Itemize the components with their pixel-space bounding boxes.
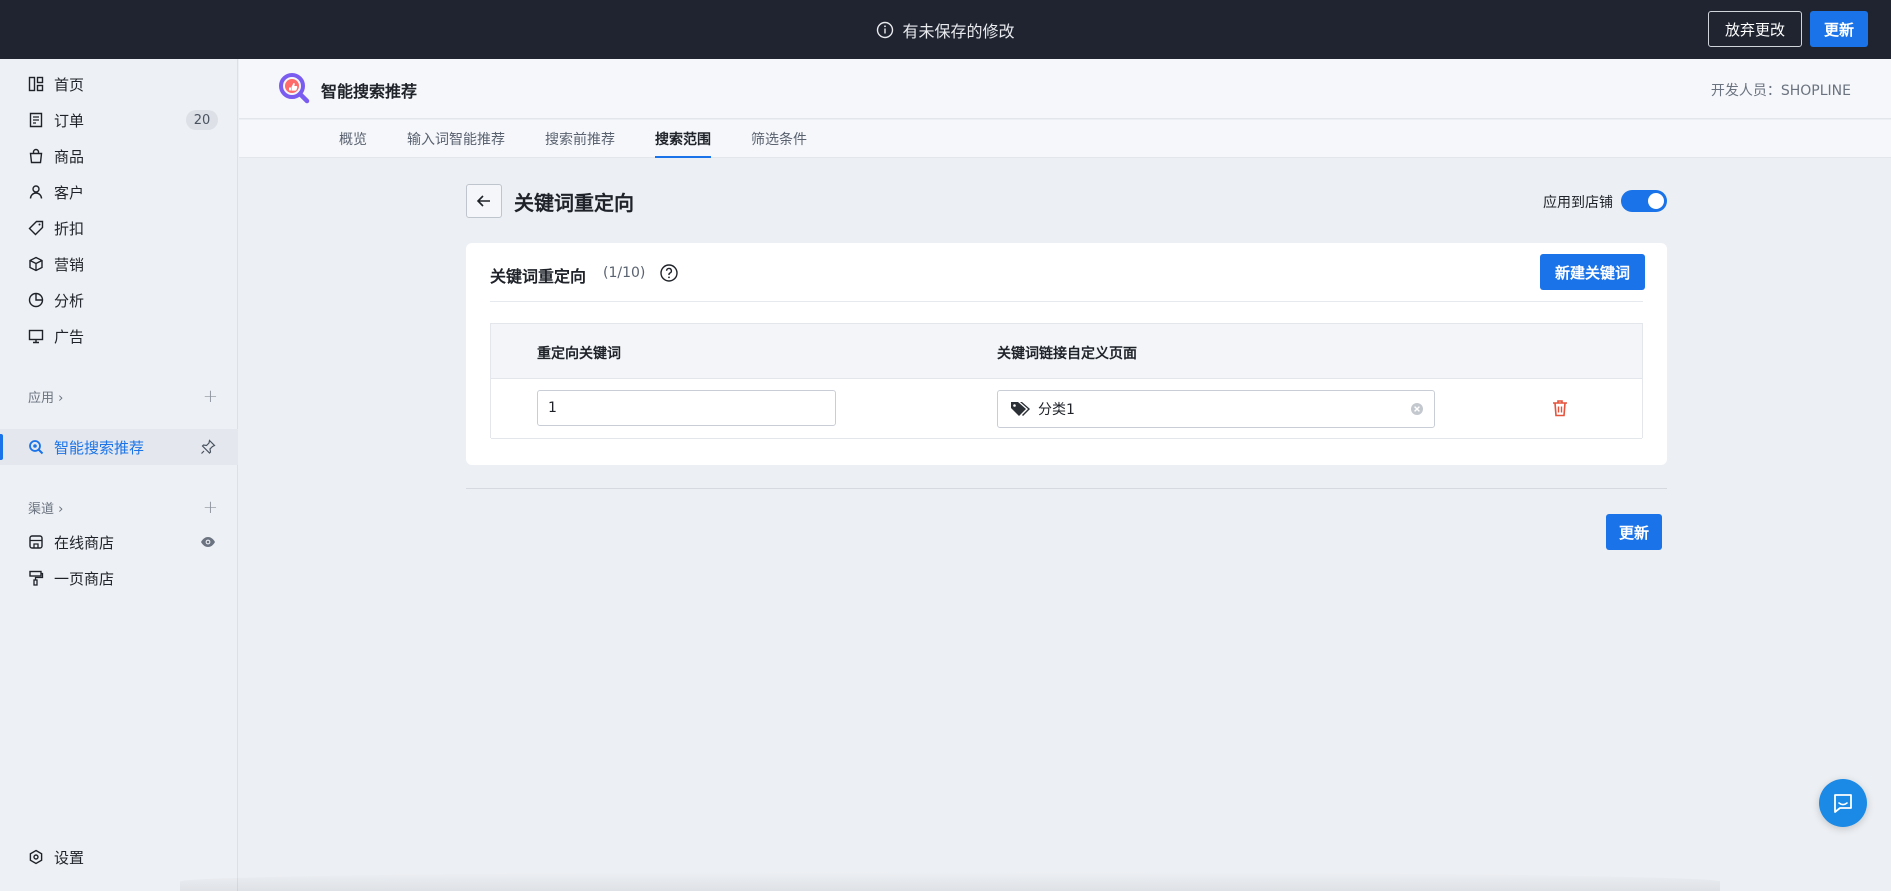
table-row: 分类1 xyxy=(491,379,1642,439)
orders-count-badge: 20 xyxy=(186,110,218,130)
sidebar-item-products[interactable]: 商品 xyxy=(0,138,238,174)
sidebar-item-label: 商品 xyxy=(54,147,85,166)
eye-icon[interactable] xyxy=(200,534,216,550)
developer-label: 开发人员：SHOPLINE xyxy=(1710,83,1851,99)
clear-icon[interactable] xyxy=(1410,402,1424,416)
tag-icon xyxy=(28,220,44,236)
unsaved-notice: 有未保存的修改 xyxy=(876,18,1015,42)
unsaved-changes-bar: 有未保存的修改 放弃更改 更新 xyxy=(0,0,1891,59)
link-page-select[interactable]: 分类1 xyxy=(997,390,1435,428)
chat-icon xyxy=(1834,794,1852,813)
delete-icon[interactable] xyxy=(1550,398,1570,418)
order-icon xyxy=(29,112,43,128)
app-tabs: 概览 输入词智能推荐 搜索前推荐 搜索范围 筛选条件 xyxy=(239,120,1891,158)
ad-icon xyxy=(28,329,44,344)
top-update-button[interactable]: 更新 xyxy=(1809,11,1868,47)
help-icon[interactable] xyxy=(659,263,679,283)
keyword-redirect-card: 关键词重定向 (1/10) 新建关键词 重定向关键词 关键词链接自定义页面 分类… xyxy=(466,243,1667,465)
tab-search-scope[interactable]: 搜索范围 xyxy=(655,120,711,158)
sidebar-item-settings[interactable]: 设置 xyxy=(0,839,238,875)
sidebar-item-label: 订单 xyxy=(54,111,85,130)
sidebar-item-label: 智能搜索推荐 xyxy=(54,438,145,457)
keyword-input[interactable] xyxy=(537,390,836,426)
page-title: 关键词重定向 xyxy=(514,191,634,215)
sidebar-item-orders[interactable]: 订单 20 xyxy=(0,102,238,138)
card-title: 关键词重定向 xyxy=(490,267,587,286)
apply-to-store-label: 应用到店铺 xyxy=(1543,195,1613,211)
sidebar-item-analytics[interactable]: 分析 xyxy=(0,282,238,318)
apply-to-store-toggle[interactable] xyxy=(1621,190,1667,212)
column-header-link: 关键词链接自定义页面 xyxy=(997,346,1137,362)
back-button[interactable] xyxy=(466,184,502,218)
unsaved-notice-text: 有未保存的修改 xyxy=(902,21,1015,41)
sidebar-item-home[interactable]: 首页 xyxy=(0,66,238,102)
tab-overview[interactable]: 概览 xyxy=(339,120,367,158)
sidebar-item-smart-search[interactable]: 智能搜索推荐 xyxy=(0,429,238,465)
apps-section-label: 应用 › xyxy=(28,390,64,406)
keyword-count: (1/10) xyxy=(603,265,646,281)
bottom-shadow xyxy=(180,872,1720,891)
sidebar-item-label: 设置 xyxy=(54,848,85,867)
store-icon xyxy=(29,535,43,549)
info-icon xyxy=(877,21,894,38)
home-icon xyxy=(28,76,44,92)
tab-filters[interactable]: 筛选条件 xyxy=(751,120,807,158)
table-header: 重定向关键词 关键词链接自定义页面 xyxy=(491,324,1642,379)
sidebar-item-label: 首页 xyxy=(54,75,85,94)
sidebar-item-label: 广告 xyxy=(54,327,85,346)
channels-section-label: 渠道 › xyxy=(28,501,64,517)
page-divider xyxy=(466,488,1667,489)
sidebar: 首页 订单 20 商品 客户 折扣 营销 分析 广告 应用 › + 智能搜索推荐… xyxy=(0,59,238,891)
cube-icon xyxy=(29,256,43,272)
apps-section-header[interactable]: 应用 › + xyxy=(28,386,218,407)
sidebar-item-label: 营销 xyxy=(54,255,85,274)
sidebar-item-one-page-store[interactable]: 一页商店 xyxy=(0,560,238,596)
add-app-icon[interactable]: + xyxy=(203,386,218,407)
sidebar-item-label: 分析 xyxy=(54,291,85,310)
app-title: 智能搜索推荐 xyxy=(321,82,418,101)
divider xyxy=(490,301,1643,302)
tab-input-recommend[interactable]: 输入词智能推荐 xyxy=(407,120,505,158)
sidebar-item-label: 一页商店 xyxy=(54,569,115,588)
column-header-keyword: 重定向关键词 xyxy=(537,346,621,362)
add-channel-icon[interactable]: + xyxy=(203,497,218,518)
bottom-update-button[interactable]: 更新 xyxy=(1606,514,1663,550)
gear-icon xyxy=(29,849,43,865)
app-header: 智能搜索推荐 开发人员：SHOPLINE xyxy=(239,59,1891,119)
sidebar-item-label: 折扣 xyxy=(54,219,85,238)
smart-search-icon xyxy=(29,440,44,455)
roller-icon xyxy=(29,570,44,586)
bag-icon xyxy=(29,148,43,164)
sidebar-item-online-store[interactable]: 在线商店 xyxy=(0,524,238,560)
arrow-left-icon xyxy=(476,195,490,207)
sidebar-item-marketing[interactable]: 营销 xyxy=(0,246,238,282)
sidebar-item-ads[interactable]: 广告 xyxy=(0,318,238,354)
user-icon xyxy=(29,185,43,199)
sidebar-item-discounts[interactable]: 折扣 xyxy=(0,210,238,246)
sidebar-item-label: 客户 xyxy=(54,183,85,202)
new-keyword-button[interactable]: 新建关键词 xyxy=(1540,254,1646,290)
sidebar-item-label: 在线商店 xyxy=(54,533,115,552)
keyword-table: 重定向关键词 关键词链接自定义页面 分类1 xyxy=(490,323,1643,439)
tags-icon xyxy=(1011,402,1030,416)
pie-icon xyxy=(28,292,44,308)
discard-changes-button[interactable]: 放弃更改 xyxy=(1707,11,1802,47)
chat-button[interactable] xyxy=(1819,779,1867,827)
tab-pre-search[interactable]: 搜索前推荐 xyxy=(545,120,615,158)
pin-icon[interactable] xyxy=(200,439,216,455)
sidebar-item-customers[interactable]: 客户 xyxy=(0,174,238,210)
link-page-value: 分类1 xyxy=(1038,402,1075,418)
app-logo-icon xyxy=(279,73,310,104)
channels-section-header[interactable]: 渠道 › + xyxy=(28,497,218,518)
